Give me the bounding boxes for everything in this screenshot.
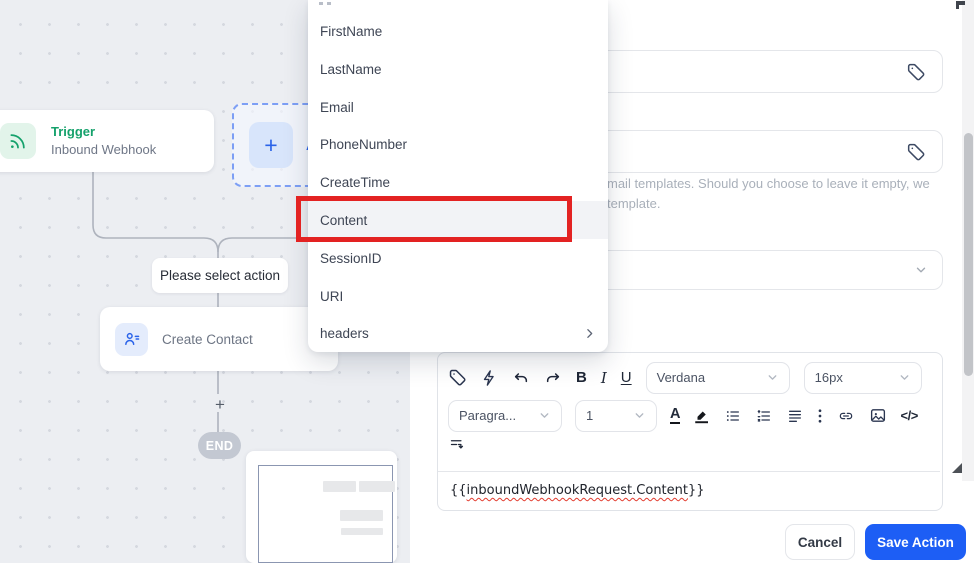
create-contact-label: Create Contact (162, 331, 253, 347)
dropdown-item-label: URI (320, 288, 344, 304)
tag-icon[interactable] (906, 62, 926, 82)
line-break-icon[interactable] (448, 437, 465, 452)
undo-icon[interactable] (512, 370, 530, 386)
font-family-value: Verdana (656, 370, 706, 385)
dropdown-item-firstname[interactable]: FirstName (308, 12, 608, 50)
dropdown-item-uri[interactable]: URI (308, 277, 608, 315)
placeholder-bar (359, 481, 395, 492)
dropdown-item-headers[interactable]: headers (308, 314, 608, 352)
trigger-subtitle: Inbound Webhook (51, 142, 157, 157)
partial-item-fragment (327, 2, 331, 5)
align-icon[interactable] (786, 408, 804, 424)
list-level-value: 1 (586, 408, 594, 423)
merge-tag-close: }} (688, 483, 705, 498)
dropdown-item-email[interactable]: Email (308, 88, 608, 126)
dropdown-item-label: SessionID (320, 250, 382, 266)
dropdown-item-label: PhoneNumber (320, 136, 408, 152)
dropdown-item-label: Email (320, 99, 354, 115)
code-view-button[interactable]: </> (900, 408, 918, 423)
font-size-value: 16px (814, 370, 843, 385)
save-action-button[interactable]: Save Action (865, 524, 966, 560)
partial-item-fragment (319, 2, 323, 5)
link-icon[interactable] (836, 408, 856, 424)
dropdown-item-label: headers (320, 325, 369, 341)
list-level-select[interactable]: 1 (575, 399, 657, 432)
font-family-select[interactable]: Verdana (645, 361, 790, 394)
italic-button[interactable]: I (601, 369, 607, 387)
workflow-builder-page: Trigger Inbound Webhook + Add Please sel… (0, 0, 974, 563)
contact-person-icon (115, 322, 148, 356)
merge-tag-open: {{ (450, 483, 467, 498)
text-color-button[interactable]: A (670, 407, 681, 424)
bullet-list-icon[interactable] (724, 408, 742, 424)
rich-text-editor: B I U Verdana 16px Paragra... 1 A </> {{… (437, 352, 943, 511)
hint-line1: mail templates. Should you choose to lea… (607, 176, 930, 191)
select-action-label: Please select action (159, 268, 281, 283)
dropdown-item-label: CreateTime (320, 174, 391, 190)
end-badge: END (198, 432, 241, 459)
panel-scrollbar-thumb[interactable] (964, 133, 973, 376)
dropdown-item-content[interactable]: Content (308, 201, 608, 239)
highlighter-icon[interactable] (693, 407, 711, 425)
dropdown-item-label: FirstName (320, 23, 383, 39)
create-contact-node[interactable]: Create Contact (100, 307, 338, 371)
placeholder-bar (323, 481, 356, 492)
dropdown-item-createtime[interactable]: CreateTime (308, 163, 608, 201)
scroll-top-mark (956, 1, 959, 9)
minimap-viewport (258, 465, 395, 563)
select-action-node[interactable]: Please select action (152, 258, 288, 293)
connector-plus-icon[interactable]: + (211, 395, 229, 415)
hint-text: mail templates. Should you choose to lea… (607, 174, 967, 214)
font-size-select[interactable]: 16px (803, 361, 922, 394)
merge-tag-variable: inboundWebhookRequest.Content (466, 483, 688, 498)
trigger-node[interactable]: Trigger Inbound Webhook (0, 110, 214, 172)
underline-button[interactable]: U (621, 369, 632, 386)
chevron-right-icon (583, 327, 596, 340)
numbered-list-icon[interactable] (755, 408, 773, 424)
chevron-down-icon (914, 263, 928, 277)
image-icon[interactable] (869, 407, 887, 424)
plus-icon: + (249, 122, 293, 168)
paragraph-style-select[interactable]: Paragra... (448, 399, 562, 432)
merge-tag-icon[interactable] (448, 368, 467, 387)
more-options-icon[interactable] (817, 407, 823, 425)
placeholder-bar (341, 528, 383, 535)
cancel-button[interactable]: Cancel (785, 524, 855, 560)
paragraph-style-value: Paragra... (459, 408, 517, 423)
dropdown-item-phonenumber[interactable]: PhoneNumber (308, 125, 608, 163)
placeholder-bar (340, 510, 383, 521)
tag-icon[interactable] (906, 142, 926, 162)
dropdown-item-label: LastName (320, 61, 382, 77)
editor-content-area[interactable]: {{inboundWebhookRequest.Content}} (450, 483, 705, 498)
bold-button[interactable]: B (576, 369, 587, 386)
editor-divider (438, 471, 940, 472)
webhook-signal-icon (0, 123, 36, 159)
webhook-fields-dropdown: FirstName LastName Email PhoneNumber Cre… (308, 0, 608, 352)
dropdown-item-sessionid[interactable]: SessionID (308, 239, 608, 277)
dropdown-item-lastname[interactable]: LastName (308, 50, 608, 88)
minimap-preview-card[interactable] (246, 451, 397, 563)
dropdown-item-label: Content (320, 212, 368, 228)
hint-line2: template. (607, 196, 661, 211)
redo-icon[interactable] (544, 370, 562, 386)
lightning-icon[interactable] (481, 369, 498, 387)
trigger-title: Trigger (51, 124, 96, 139)
